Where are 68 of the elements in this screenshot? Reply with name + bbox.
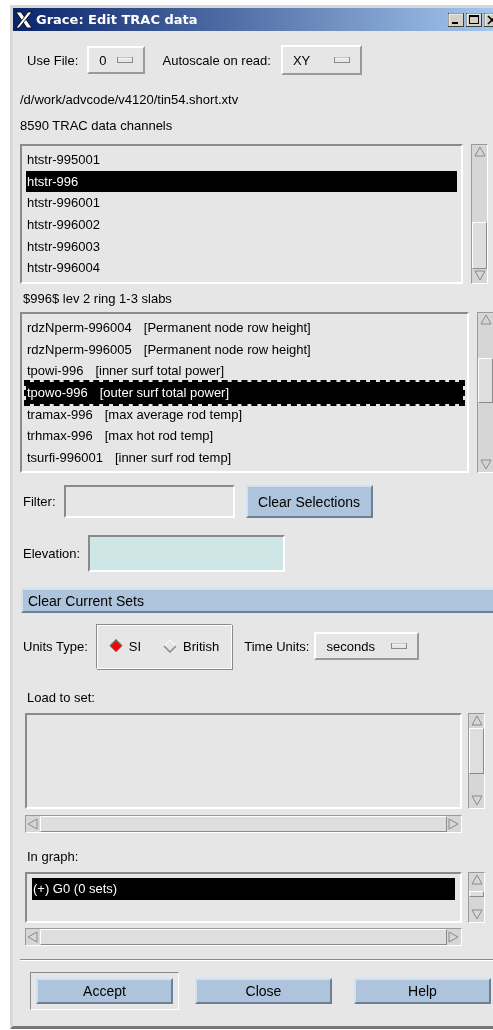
dialog-button[interactable]: Close — [195, 978, 332, 1004]
arrow-left-icon[interactable] — [26, 930, 40, 944]
list-item[interactable]: rdzNperm-996004 [Permanent node row height] — [26, 317, 463, 339]
list-item[interactable]: (+) G0 (0 sets) — [32, 878, 455, 900]
scroll-thumb[interactable] — [478, 358, 493, 403]
list-item[interactable]: htstr-996004 — [26, 257, 457, 280]
list-item[interactable]: tsurfi-996001 [inner surf rod temp] — [26, 447, 463, 469]
filter-field[interactable] — [63, 485, 235, 518]
list-item[interactable]: trhmax-996 [max hot rod temp] — [26, 425, 463, 448]
list-item[interactable]: htstr-996003 — [26, 235, 457, 258]
arrow-down-icon[interactable] — [469, 794, 484, 808]
scrollbar[interactable] — [468, 713, 485, 809]
arrow-left-icon[interactable] — [26, 817, 40, 831]
list-item[interactable]: tpowi-996 [inner surf total power] — [26, 360, 463, 383]
scrollbar[interactable] — [25, 928, 462, 946]
list-item[interactable]: htstr-996 — [26, 170, 457, 193]
window-title: Grace: Edit TRAC data — [36, 12, 199, 27]
radio-button[interactable]: SI — [108, 638, 142, 654]
arrow-up-icon[interactable] — [469, 873, 484, 887]
group-description: $996$ lev 2 ring 1-3 slabs — [22, 291, 173, 306]
scroll-thumb[interactable] — [472, 221, 487, 269]
list-item[interactable]: htstr-996002 — [26, 214, 457, 236]
scroll-thumb[interactable] — [469, 891, 484, 898]
arrow-right-icon[interactable] — [447, 817, 461, 831]
arrow-up-icon[interactable] — [472, 145, 487, 159]
list-item[interactable]: rdzNperm-996005 [Permanent node row height] — [26, 338, 463, 361]
filter-label: Filter: — [23, 494, 56, 509]
option-menu[interactable]: 0 — [87, 46, 145, 74]
arrow-down-icon[interactable] — [478, 458, 493, 472]
arrow-down-icon[interactable] — [472, 269, 487, 283]
in-graph-label: In graph: — [26, 849, 80, 864]
time-units-label: Time Units: — [244, 638, 310, 654]
scroll-thumb[interactable] — [40, 816, 447, 832]
list-item[interactable]: htstr-995001 — [26, 149, 457, 171]
use-file-label: Use File: — [27, 52, 79, 68]
scroll-thumb[interactable] — [40, 929, 447, 945]
units-type-label: Units Type: — [23, 638, 88, 654]
scrollbar[interactable] — [25, 815, 462, 833]
arrow-up-icon[interactable] — [478, 313, 493, 327]
channel-count: 8590 TRAC data channels — [20, 118, 174, 133]
menu-indicator-icon — [391, 642, 408, 650]
scrollbar[interactable] — [471, 144, 488, 284]
file-path: /d/work/advcode/v4120/tin54.short.xtv — [20, 92, 240, 107]
clear-selections-button[interactable]: Clear Selections — [245, 485, 373, 518]
option-menu[interactable]: seconds — [314, 632, 420, 660]
list-item[interactable]: tpowo-996 [outer surf total power] — [26, 382, 463, 404]
elevation-field[interactable] — [88, 535, 286, 572]
arrow-down-icon[interactable] — [469, 908, 484, 922]
menu-indicator-icon — [116, 56, 133, 64]
elevation-label: Elevation: — [23, 546, 81, 561]
autoscale-label: Autoscale on read: — [162, 52, 271, 68]
minimize-icon[interactable] — [448, 12, 464, 27]
dialog-button[interactable]: Help — [354, 978, 491, 1004]
radio-button[interactable]: British — [163, 638, 220, 654]
dialog-button[interactable]: Accept — [36, 978, 173, 1004]
arrow-right-icon[interactable] — [447, 930, 461, 944]
list-item[interactable]: htstr-996001 — [26, 192, 457, 215]
clear-current-sets-button[interactable]: Clear Current Sets — [21, 588, 493, 613]
x-logo-icon — [15, 10, 33, 29]
scrollbar[interactable] — [468, 872, 485, 923]
scrollbar[interactable] — [477, 312, 493, 473]
maximize-icon[interactable] — [466, 12, 482, 27]
menu-indicator-icon — [333, 56, 350, 64]
list-item[interactable]: tramax-996 [max average rod temp] — [26, 403, 463, 426]
option-menu[interactable]: XY — [280, 45, 362, 75]
load-to-set-label: Load to set: — [26, 690, 96, 705]
arrow-up-icon[interactable] — [469, 714, 484, 728]
scroll-thumb[interactable] — [469, 728, 484, 775]
